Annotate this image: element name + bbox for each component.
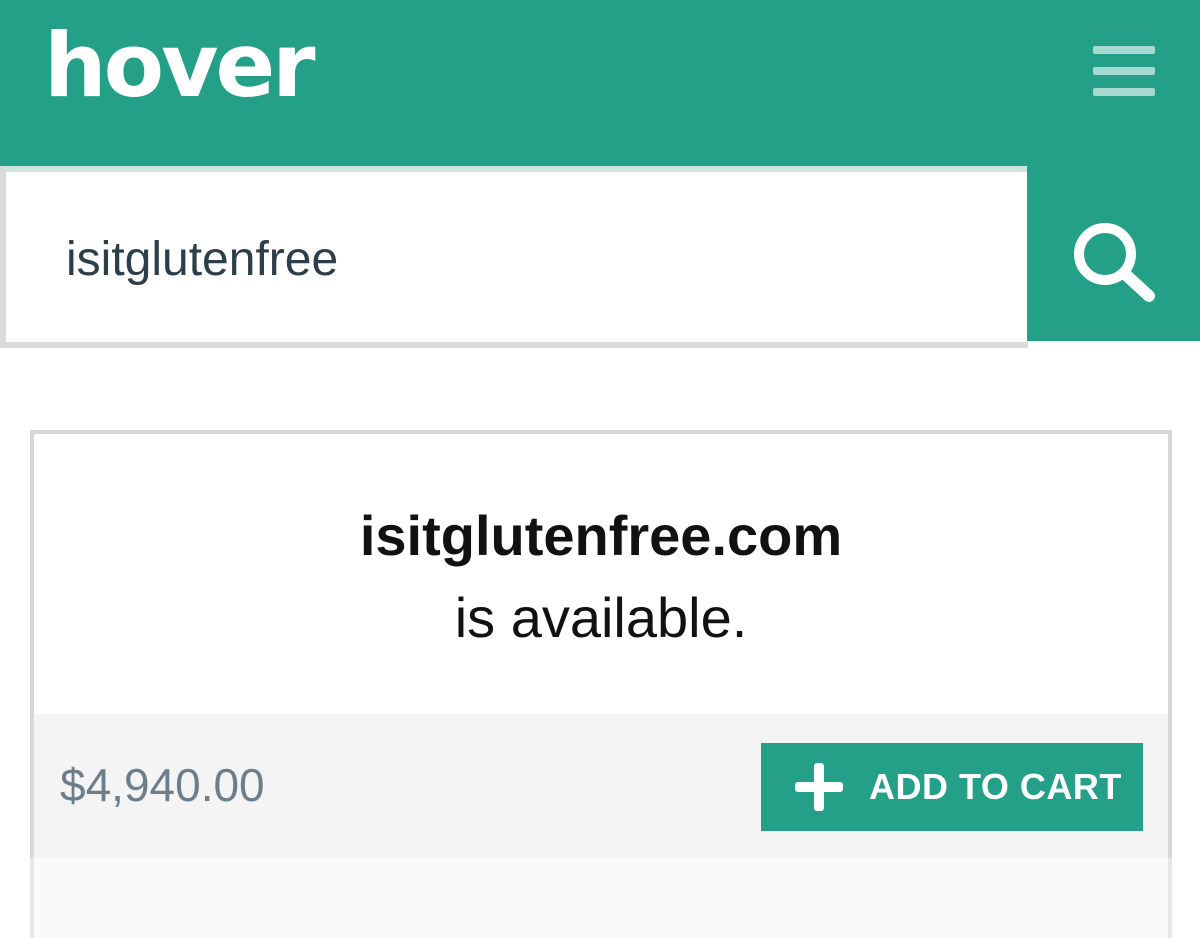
- add-to-cart-label: ADD TO CART: [869, 766, 1122, 807]
- domain-price: $4,940.00: [60, 759, 265, 811]
- site-header: hover: [0, 0, 1200, 166]
- next-result-card: [30, 858, 1172, 938]
- search-button[interactable]: [1027, 166, 1200, 341]
- domain-name: isitglutenfree.com: [359, 504, 843, 567]
- add-to-cart-button[interactable]: ADD TO CART: [761, 743, 1143, 831]
- domain-result-card: isitglutenfree.com is available. $4,940.…: [30, 430, 1172, 862]
- search-field-container: [0, 166, 1028, 348]
- search-bar: [0, 166, 1200, 348]
- price-row: $4,940.00 ADD TO CART: [34, 714, 1168, 858]
- domain-search-input[interactable]: [66, 224, 966, 294]
- menu-button[interactable]: [1088, 40, 1158, 102]
- plus-icon: [795, 763, 843, 811]
- search-icon: [1074, 223, 1155, 302]
- availability-status: is available.: [454, 586, 748, 649]
- hover-logo[interactable]: hover: [44, 22, 316, 110]
